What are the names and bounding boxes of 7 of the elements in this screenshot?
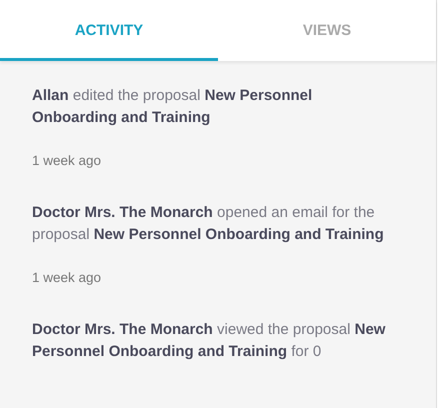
tab[interactable]: ACTIVITY (0, 0, 218, 61)
tab[interactable]: VIEWS (218, 0, 436, 61)
activity-text: Allan edited the proposal New Personnel Onboarding and Training (32, 86, 314, 128)
activity-text: Doctor Mrs. The Monarch opened an email for the proposal New Personnel Onboarding and Training (32, 203, 385, 245)
activity-time: 1 week ago (32, 270, 102, 285)
activity-text: Doctor Mrs. The Monarch viewed the proposal New Personnel Onboarding and Training for 0 (32, 320, 386, 362)
activity-time: 1 week ago (32, 153, 102, 168)
